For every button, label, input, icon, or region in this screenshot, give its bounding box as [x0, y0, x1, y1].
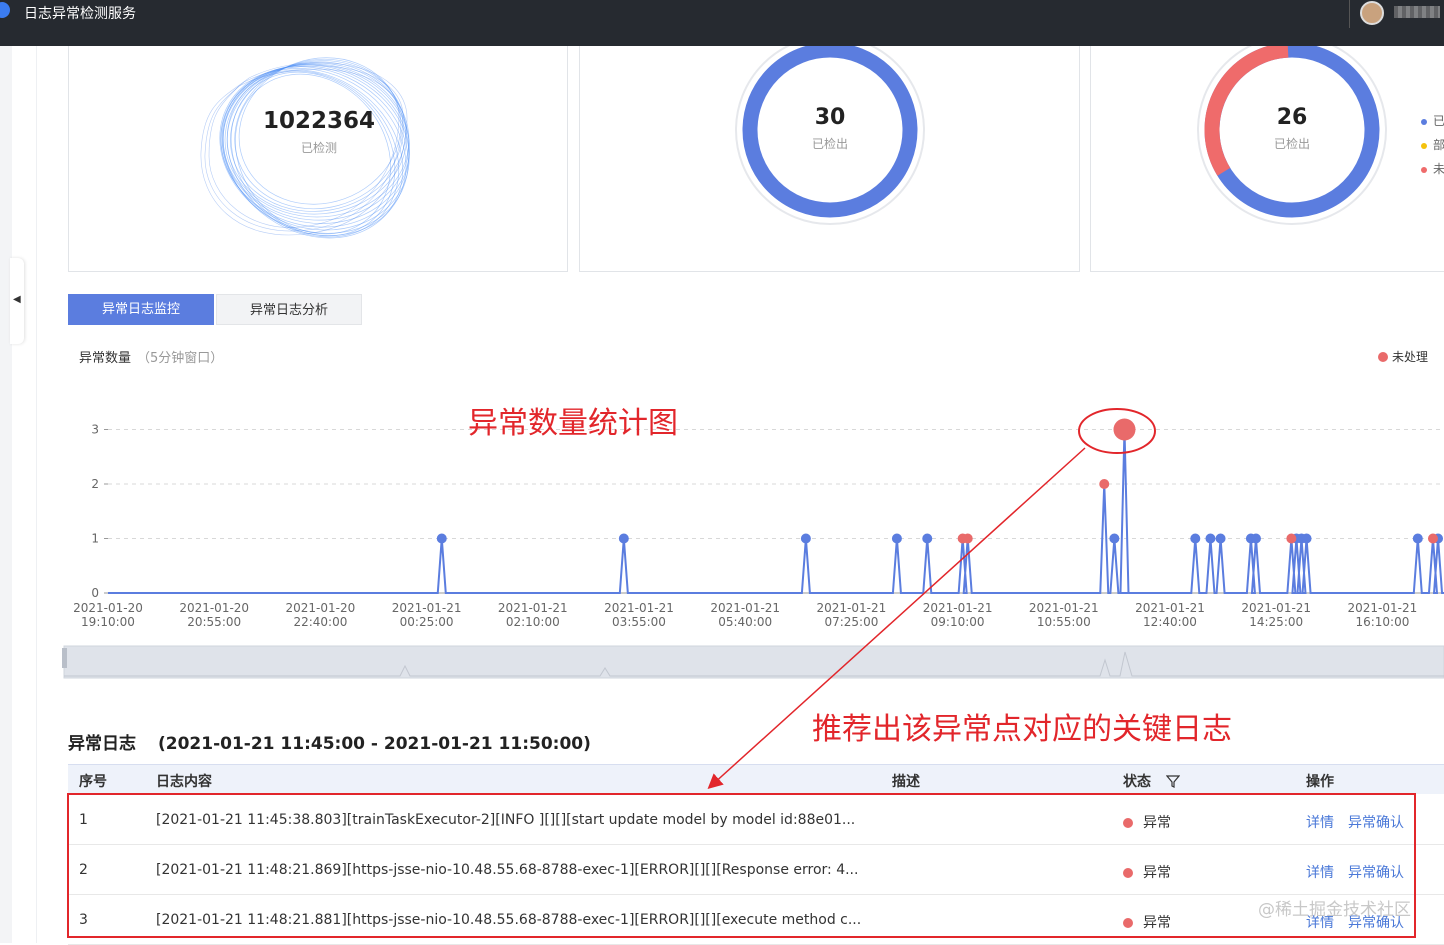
y-tick-label: 0: [91, 586, 99, 600]
chart-title: 异常数量 （5分钟窗口）: [79, 351, 224, 366]
x-tick-label: 03:55:00: [612, 615, 666, 629]
annotation-recommend-label: 推荐出该异常点对应的关键日志: [812, 712, 1232, 747]
x-tick-label: 2021-01-20: [73, 601, 143, 615]
data-point: [962, 533, 973, 544]
tab-analysis[interactable]: 异常日志分析: [216, 294, 362, 325]
legend-item-2: 部: [1421, 136, 1444, 153]
data-point: [957, 533, 968, 544]
log-section-title: 异常日志 (2021-01-21 11:45:00 - 2021-01-21 11…: [68, 734, 591, 754]
y-tick-label: 1: [91, 532, 99, 546]
x-tick-label: 2021-01-21: [1029, 601, 1099, 615]
x-tick-label: 2021-01-21: [498, 601, 568, 615]
data-point: [1433, 533, 1444, 544]
top-bar: 日志异常检测服务: [0, 0, 1444, 46]
x-tick-label: 2021-01-21: [392, 601, 462, 615]
found-count: 30: [814, 105, 846, 130]
data-point: [1119, 424, 1130, 435]
data-point: [1250, 533, 1261, 544]
zoom-slider: [63, 645, 1444, 679]
x-tick-label: 09:10:00: [931, 615, 985, 629]
series-line: [108, 429, 1444, 594]
x-tick-label: 2021-01-21: [923, 601, 993, 615]
divider: [1349, 0, 1350, 28]
x-tick-label: 2021-01-21: [1241, 601, 1311, 615]
username-blurred[interactable]: [1394, 6, 1440, 18]
found-label: 已检出: [811, 137, 848, 151]
data-point: [1190, 533, 1201, 544]
x-tick-label: 19:10:00: [81, 615, 135, 629]
x-tick-label: 02:10:00: [506, 615, 560, 629]
header-desc: 描述: [892, 774, 920, 790]
chevron-left-icon: ◀: [13, 294, 21, 305]
data-point: [1427, 533, 1438, 544]
highlight-box: [67, 793, 1416, 938]
data-point: [1215, 533, 1226, 544]
annotation-chart-label: 异常数量统计图: [468, 406, 678, 441]
header-status: 状态: [1123, 771, 1181, 791]
y-tick-label: 2: [91, 477, 99, 491]
header-index: 序号: [79, 774, 107, 790]
y-tick-label: 3: [91, 423, 99, 437]
x-tick-label: 10:55:00: [1037, 615, 1091, 629]
legend-item-1: 已: [1421, 112, 1444, 129]
data-point: [1099, 479, 1110, 489]
donut-chart-found: [735, 46, 925, 225]
tab-monitor[interactable]: 异常日志监控: [68, 294, 214, 325]
x-tick-label: 20:55:00: [187, 615, 241, 629]
header-content: 日志内容: [156, 774, 212, 790]
x-tick-label: 2021-01-20: [179, 601, 249, 615]
avatar[interactable]: [1360, 1, 1384, 25]
x-tick-label: 2021-01-21: [817, 601, 887, 615]
x-tick-label: 2021-01-21: [710, 601, 780, 615]
sidebar-toggle[interactable]: ◀: [10, 258, 24, 344]
data-point: [891, 533, 902, 544]
data-point: [1245, 533, 1256, 544]
status-label: 已检出: [1273, 137, 1310, 151]
app-title: 日志异常检测服务: [24, 6, 136, 22]
data-point: [1291, 533, 1302, 544]
donut-chart-status: [1197, 46, 1387, 225]
chart-legend-unhandled[interactable]: 未处理: [1378, 348, 1428, 365]
x-tick-label: 05:40:00: [718, 615, 772, 629]
legend-item-3: 未: [1421, 160, 1444, 177]
x-tick-label: 2021-01-20: [286, 601, 356, 615]
data-point: [618, 533, 629, 544]
x-tick-label: 2021-01-21: [604, 601, 674, 615]
filter-icon[interactable]: [1165, 774, 1181, 788]
watermark: @稀土掘金技术社区: [1258, 900, 1411, 920]
x-tick-label: 12:40:00: [1143, 615, 1197, 629]
stat-card-detected: 1022364 已检测: [68, 46, 568, 272]
detected-count: 1022364: [262, 108, 376, 134]
x-tick-label: 16:10:00: [1355, 615, 1409, 629]
x-tick-label: 07:25:00: [824, 615, 878, 629]
zoom-handle: [62, 648, 67, 668]
data-point: [1109, 533, 1120, 544]
x-tick-label: 14:25:00: [1249, 615, 1303, 629]
x-tick-label: 00:25:00: [400, 615, 454, 629]
data-point: [800, 533, 811, 544]
data-point: [1301, 533, 1312, 544]
header-ops: 操作: [1306, 774, 1334, 790]
data-point: [1286, 533, 1297, 544]
highlight-ellipse: [1078, 408, 1156, 454]
stat-card-found: 30 已检出: [579, 46, 1080, 272]
content-divider: [36, 46, 37, 943]
data-point: [436, 533, 447, 544]
peak-point: [1113, 418, 1136, 441]
stat-card-status: 26 已检出 已 部 未: [1090, 46, 1444, 272]
detected-label: 已检测: [300, 141, 337, 155]
data-point: [1412, 533, 1423, 544]
x-tick-label: 2021-01-21: [1348, 601, 1418, 615]
status-count: 26: [1276, 105, 1308, 130]
zoom-preview-line: [64, 651, 1444, 677]
table-header: 序号 日志内容 描述 状态 操作: [68, 764, 1444, 794]
data-point: [1296, 533, 1307, 544]
left-rail: [0, 46, 12, 943]
x-tick-label: 2021-01-21: [1135, 601, 1205, 615]
x-tick-label: 22:40:00: [293, 615, 347, 629]
wave-ring-graphic: [200, 57, 410, 239]
data-point: [922, 533, 933, 544]
home-icon[interactable]: [0, 2, 10, 18]
data-point: [1205, 533, 1216, 544]
